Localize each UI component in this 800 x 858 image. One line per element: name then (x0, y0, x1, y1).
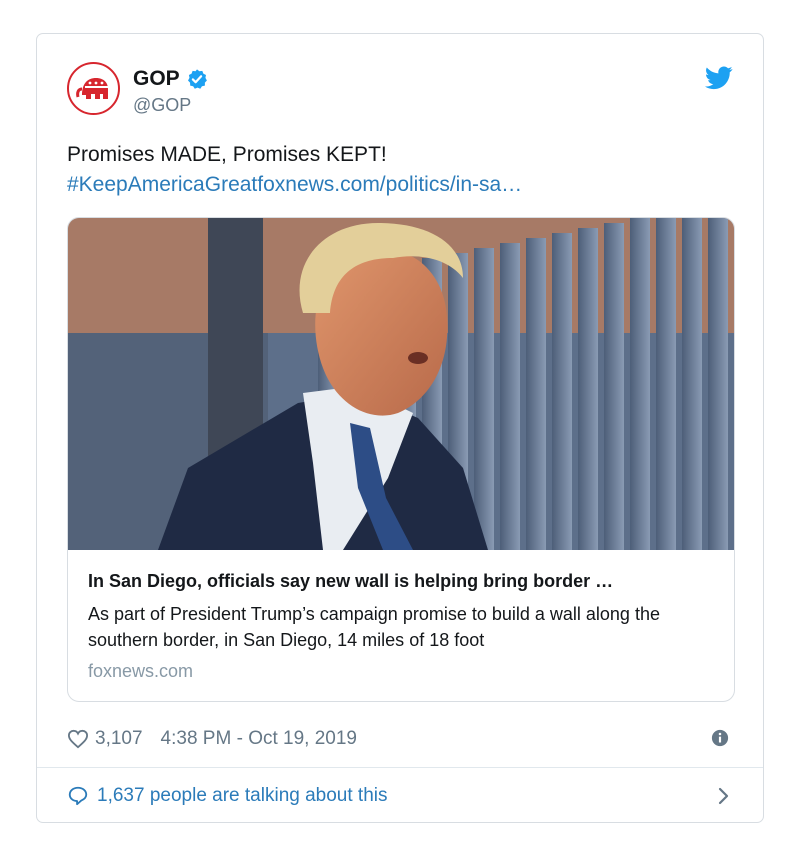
card-title[interactable]: In San Diego, officials say new wall is … (88, 569, 714, 593)
info-icon[interactable] (711, 729, 729, 747)
card-domain: foxnews.com (88, 661, 194, 681)
article-photo[interactable] (68, 218, 735, 550)
gop-elephant-logo (75, 77, 108, 99)
card-text: In San Diego, officials say new wall is … (88, 569, 714, 682)
card-description: As part of President Trump’s campaign pr… (88, 604, 660, 650)
talking-count[interactable]: 1,637 people are talking about this (97, 785, 388, 807)
heart-icon[interactable] (67, 729, 89, 749)
tweet-card: GOP @GOP Promises MADE, Promises KEPT! #… (36, 33, 764, 823)
speech-bubble-icon (68, 786, 88, 806)
tweet-link[interactable]: #KeepAmericaGreatfoxnews.com/politics/in… (67, 170, 522, 200)
display-name-row[interactable]: GOP (133, 67, 208, 91)
tweet-meta: 3,107 4:38 PM - Oct 19, 2019 (67, 726, 733, 752)
avatar[interactable] (67, 62, 120, 115)
verified-badge-icon (186, 68, 208, 90)
chevron-right-icon[interactable] (717, 786, 731, 806)
handle[interactable]: @GOP (133, 95, 191, 116)
conversation-link[interactable]: 1,637 people are talking about this (67, 782, 733, 810)
link-preview-card[interactable]: In San Diego, officials say new wall is … (67, 217, 735, 702)
tweet-text: Promises MADE, Promises KEPT! #KeepAmeri… (67, 140, 522, 200)
tweet-body: Promises MADE, Promises KEPT! (67, 143, 387, 166)
display-name[interactable]: GOP (133, 67, 180, 91)
divider (37, 767, 763, 768)
timestamp[interactable]: 4:38 PM - Oct 19, 2019 (161, 728, 357, 750)
like-count[interactable]: 3,107 (95, 728, 143, 750)
twitter-bird-icon[interactable] (705, 66, 733, 90)
